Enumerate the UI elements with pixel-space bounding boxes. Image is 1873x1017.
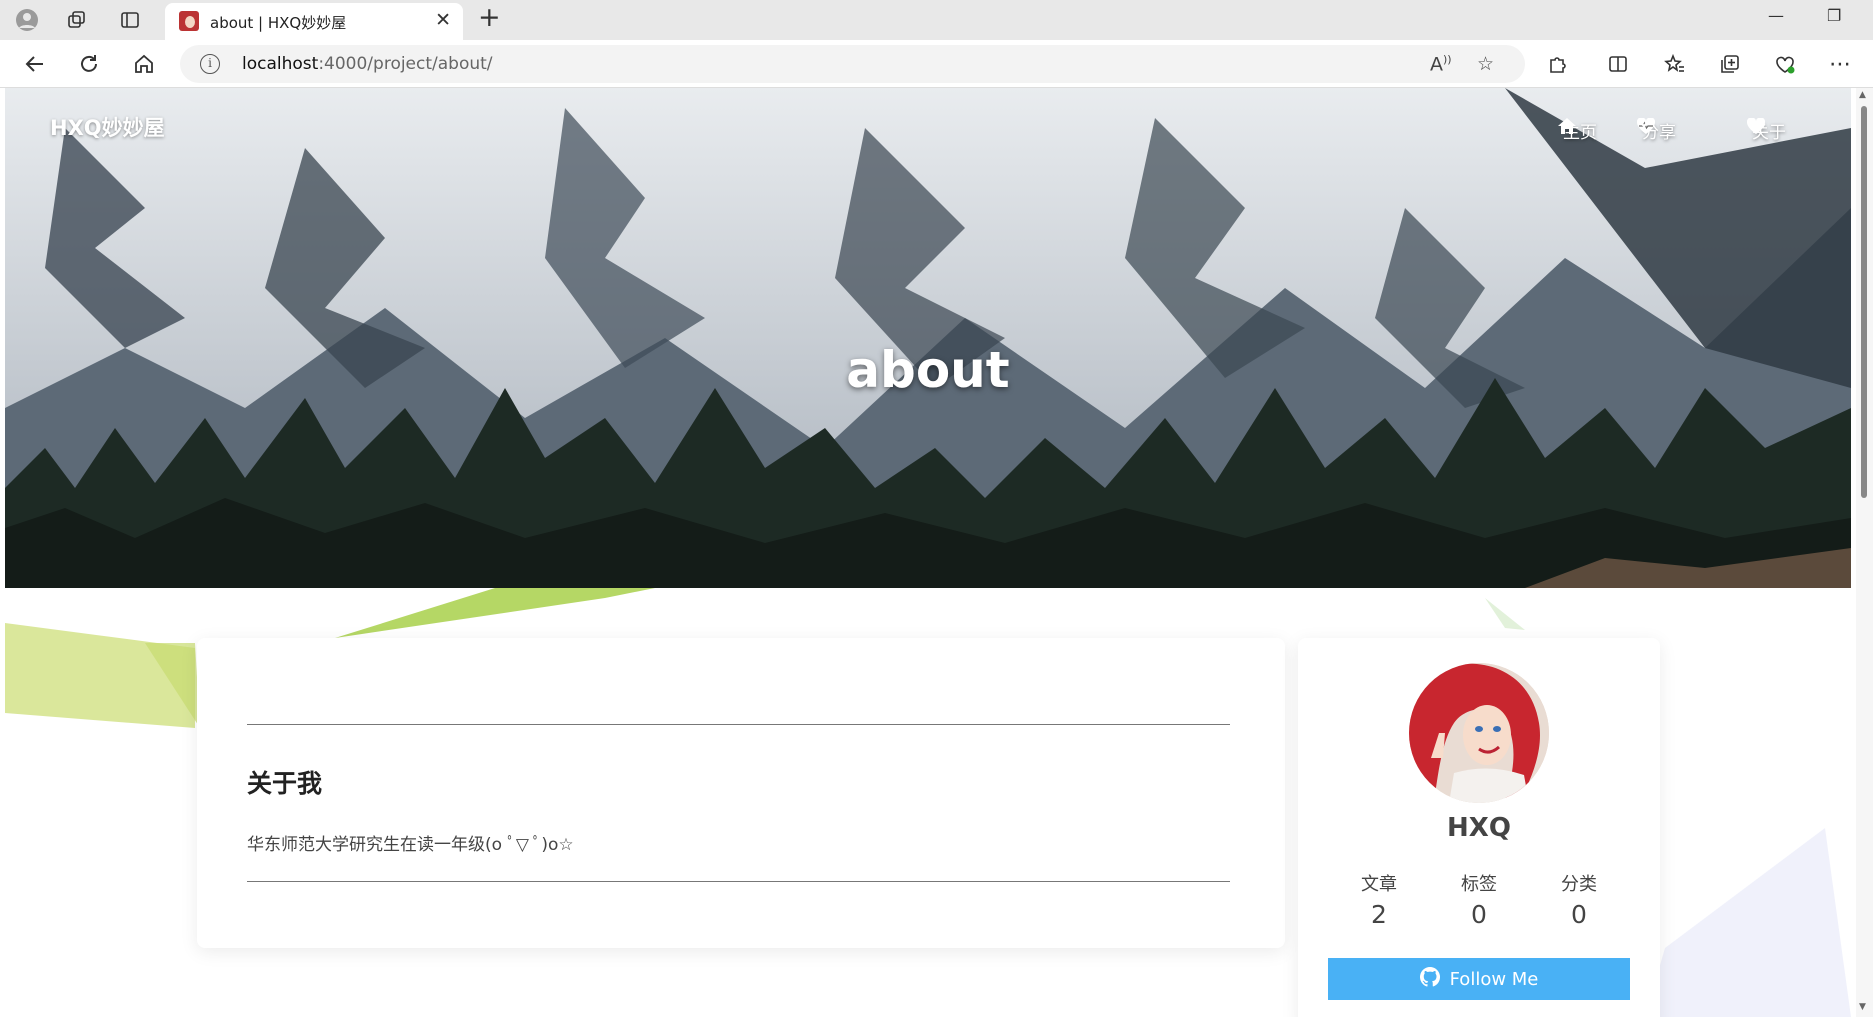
url-path: :4000/project/about/ <box>318 54 493 74</box>
stat-articles-value: 2 <box>1371 900 1387 929</box>
back-icon[interactable] <box>20 50 50 78</box>
restore-icon[interactable]: ❐ <box>1827 6 1841 25</box>
browser-tabbar: about | HXQ妙妙屋 ✕ + — ❐ <box>0 0 1873 40</box>
scroll-thumb[interactable] <box>1861 106 1867 498</box>
menu-home[interactable]: 主页 <box>1558 118 1597 143</box>
stat-articles-label: 文章 <box>1361 874 1397 895</box>
stat-categories-label: 分类 <box>1561 874 1597 895</box>
home-icon[interactable] <box>129 50 159 78</box>
url-text[interactable]: localhost:4000/project/about/ <box>242 54 493 74</box>
tab-favicon <box>179 11 199 31</box>
favorites-icon[interactable] <box>1660 50 1690 78</box>
github-icon <box>1419 966 1440 992</box>
vertical-tabs-icon[interactable] <box>117 8 143 32</box>
favorite-star-icon[interactable]: ☆ <box>1477 53 1494 75</box>
browser-essentials-icon[interactable] <box>1770 50 1800 78</box>
avatar[interactable] <box>1409 663 1549 803</box>
stat-tags-label: 标签 <box>1461 874 1497 895</box>
stat-categories-value: 0 <box>1571 900 1587 929</box>
collections-icon[interactable] <box>1715 50 1745 78</box>
new-tab-icon[interactable]: + <box>478 2 501 33</box>
author-card: HXQ 文章 2 标签 0 分类 0 Follow Me <box>1298 638 1660 1017</box>
close-tab-icon[interactable]: ✕ <box>435 9 451 31</box>
follow-me-button[interactable]: Follow Me <box>1328 958 1630 1000</box>
web-page: HXQ妙妙屋 主页 分享 关于 about 关于我 华东师范大学研究生在读一年级… <box>5 88 1856 1017</box>
scroll-down-icon[interactable]: ▼ <box>1859 1002 1866 1012</box>
mountain-background <box>5 88 1851 588</box>
stat-categories[interactable]: 分类 0 <box>1539 870 1619 929</box>
minimize-icon[interactable]: — <box>1768 6 1784 25</box>
extensions-icon[interactable] <box>1543 50 1573 78</box>
divider-top <box>247 724 1230 725</box>
url-host: localhost <box>242 54 319 74</box>
menu-share[interactable]: 分享 <box>1637 118 1681 143</box>
site-info-icon[interactable]: i <box>200 54 220 74</box>
follow-me-label: Follow Me <box>1449 968 1539 990</box>
browser-toolbar: i localhost:4000/project/about/ A)) ☆ ⋯ <box>0 40 1873 88</box>
tab-title: about | HXQ妙妙屋 <box>210 14 347 32</box>
workspaces-icon[interactable] <box>64 8 90 32</box>
split-screen-icon[interactable] <box>1603 50 1633 78</box>
page-scrollbar[interactable]: ▲ ▼ <box>1856 88 1873 1017</box>
divider-bottom <box>247 881 1230 882</box>
about-paragraph: 华东师范大学研究生在读一年级(o ﾟ▽ ﾟ)o☆ <box>247 835 574 855</box>
profile-icon[interactable] <box>14 8 40 32</box>
menu-about[interactable]: 关于 <box>1747 118 1786 143</box>
address-bar[interactable]: i localhost:4000/project/about/ A)) ☆ <box>180 45 1525 83</box>
reload-icon[interactable] <box>74 50 104 78</box>
stat-tags[interactable]: 标签 0 <box>1439 870 1519 929</box>
site-brand[interactable]: HXQ妙妙屋 <box>50 112 165 142</box>
article-card: 关于我 华东师范大学研究生在读一年级(o ﾟ▽ ﾟ)o☆ <box>197 638 1285 948</box>
hero-banner: HXQ妙妙屋 主页 分享 关于 about <box>5 88 1851 588</box>
page-title: about <box>846 341 1010 399</box>
stat-tags-value: 0 <box>1471 900 1487 929</box>
scroll-up-icon[interactable]: ▲ <box>1859 90 1866 100</box>
more-options-icon[interactable]: ⋯ <box>1825 50 1855 78</box>
read-aloud-icon[interactable]: A)) <box>1430 53 1452 75</box>
author-name: HXQ <box>1447 813 1511 843</box>
active-tab[interactable]: about | HXQ妙妙屋 ✕ <box>165 3 463 40</box>
stat-articles[interactable]: 文章 2 <box>1339 870 1419 929</box>
section-heading: 关于我 <box>247 769 323 798</box>
